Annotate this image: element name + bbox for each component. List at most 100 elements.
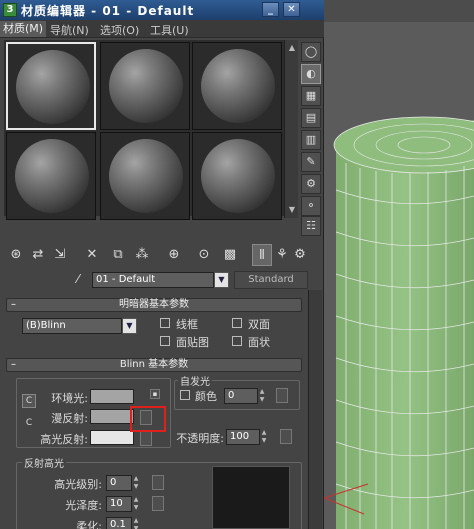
ambient-color-swatch[interactable] <box>90 389 134 404</box>
face-map-checkbox[interactable] <box>160 336 170 346</box>
copy-material-icon[interactable]: ⧉ <box>108 244 128 266</box>
shader-basic-params-header[interactable]: – 明暗器基本参数 <box>6 298 302 312</box>
put-to-scene-icon[interactable]: ⇄ <box>28 244 48 266</box>
scroll-up-icon[interactable]: ▲ <box>286 42 298 54</box>
scroll-down-icon[interactable]: ▼ <box>286 204 298 216</box>
material-name-dropdown-icon[interactable]: ▼ <box>214 272 229 288</box>
ambient-lock-icon[interactable]: ▪ <box>150 389 160 399</box>
cylinder-view <box>324 0 474 529</box>
make-unique-icon[interactable]: ⁂ <box>132 244 152 266</box>
highlight-annotation-box <box>130 406 166 432</box>
menu-utilities[interactable]: 工具(U) <box>150 22 189 38</box>
show-end-result-icon[interactable]: ⫴ <box>252 244 272 266</box>
wire-checkbox[interactable] <box>160 318 170 328</box>
self-illum-map-button[interactable] <box>276 388 288 403</box>
specular-level-label: 高光级别: <box>54 478 102 491</box>
soften-spinner-icon[interactable]: ▲ ▼ <box>132 517 140 529</box>
menu-bar: 材质(M) 导航(N) 选项(O) 工具(U) <box>0 20 324 38</box>
self-illum-spinner-icon[interactable]: ▲ ▼ <box>258 388 266 404</box>
cylinder-body <box>336 120 474 529</box>
opacity-label: 不透明度: <box>176 432 224 445</box>
lock-diffuse-specular-glyph[interactable]: C <box>22 416 36 430</box>
wire-label: 线框 <box>176 318 198 331</box>
specular-level-spinner-icon[interactable]: ▲ ▼ <box>132 475 140 491</box>
shader-select[interactable]: (B)Blinn <box>22 318 122 334</box>
collapse-icon: – <box>11 299 16 310</box>
specular-label: 高光反射: <box>40 433 88 446</box>
sample-slot-5[interactable] <box>100 132 190 220</box>
glossiness-field[interactable]: 10 <box>106 496 132 512</box>
self-illum-value-field[interactable]: 0 <box>224 388 258 404</box>
video-color-check-icon[interactable]: ▥ <box>301 130 321 150</box>
material-sphere <box>16 50 90 124</box>
specular-map-button[interactable] <box>140 431 152 446</box>
go-forward-to-sibling-icon[interactable]: ⚙ <box>290 244 310 266</box>
title-bar[interactable]: 3 材质编辑器 - 01 - Default _ ✕ <box>0 0 324 20</box>
make-preview-icon[interactable]: ✎ <box>301 152 321 172</box>
sample-slot-4[interactable] <box>6 132 96 220</box>
material-sphere <box>109 139 183 213</box>
close-button[interactable]: ✕ <box>283 2 300 17</box>
minimize-button[interactable]: _ <box>262 2 279 17</box>
opacity-map-button[interactable] <box>280 429 292 444</box>
sample-type-icon[interactable]: ◯ <box>301 42 321 62</box>
options-icon[interactable]: ⚙ <box>301 174 321 194</box>
parameters-scrollbar[interactable] <box>308 290 322 529</box>
glossiness-map-button[interactable] <box>152 496 164 511</box>
material-name-field[interactable]: 01 - Default <box>92 272 214 288</box>
diffuse-label: 漫反射: <box>51 412 88 425</box>
soften-field[interactable]: 0.1 <box>106 517 132 529</box>
opacity-spinner-icon[interactable]: ▲ ▼ <box>260 429 268 445</box>
faceted-checkbox[interactable] <box>232 336 242 346</box>
specular-level-map-button[interactable] <box>152 475 164 490</box>
material-id-icon[interactable]: ⊙ <box>194 244 214 266</box>
background-icon[interactable]: ▦ <box>301 86 321 106</box>
show-map-in-viewport-icon[interactable]: ▩ <box>220 244 240 266</box>
assign-to-selection-icon[interactable]: ⇲ <box>50 244 70 266</box>
glossiness-spinner-icon[interactable]: ▲ ▼ <box>132 496 140 512</box>
specular-level-field[interactable]: 0 <box>106 475 132 491</box>
ambient-label: 环境光: <box>51 392 88 405</box>
blinn-basic-params-header[interactable]: – Blinn 基本参数 <box>6 358 302 372</box>
material-name-row: ⁄ 01 - Default ▼ Standard <box>0 270 324 290</box>
self-illum-color-checkbox[interactable] <box>180 390 190 400</box>
sample-slot-2[interactable] <box>100 42 190 130</box>
shader-dropdown-icon[interactable]: ▼ <box>122 318 137 334</box>
sample-uv-tiling-icon[interactable]: ▤ <box>301 108 321 128</box>
get-material-icon[interactable]: ⊛ <box>6 244 26 266</box>
menu-material[interactable]: 材质(M) <box>0 21 47 37</box>
two-sided-checkbox[interactable] <box>232 318 242 328</box>
material-sphere <box>201 49 275 123</box>
go-to-parent-icon[interactable]: ⚘ <box>272 244 292 266</box>
sample-slot-6[interactable] <box>192 132 282 220</box>
material-sphere <box>15 139 89 213</box>
select-by-material-icon[interactable]: ⚬ <box>301 196 321 216</box>
self-illum-title: 自发光 <box>178 373 212 388</box>
lock-ambient-diffuse-button[interactable]: C <box>22 394 36 408</box>
faceted-label: 面状 <box>248 336 270 349</box>
reset-map-icon[interactable]: ✕ <box>82 244 102 266</box>
viewport[interactable] <box>324 0 474 529</box>
specular-color-swatch[interactable] <box>90 430 134 445</box>
opacity-value-field[interactable]: 100 <box>226 429 260 445</box>
sample-slot-1[interactable] <box>6 42 96 130</box>
face-map-label: 面贴图 <box>176 336 209 349</box>
backlight-icon[interactable]: ◐ <box>301 64 321 84</box>
material-sphere <box>109 49 183 123</box>
app-icon: 3 <box>3 3 17 17</box>
material-type-button[interactable]: Standard <box>234 271 308 289</box>
menu-options[interactable]: 选项(O) <box>100 22 139 38</box>
menu-navigation[interactable]: 导航(N) <box>50 22 89 38</box>
soften-label: 柔化: <box>76 520 102 529</box>
glossiness-label: 光泽度: <box>65 499 102 512</box>
put-to-library-icon[interactable]: ⊕ <box>164 244 184 266</box>
diffuse-color-swatch[interactable] <box>90 409 134 424</box>
pick-material-eyedropper-icon[interactable]: ⁄ <box>70 272 86 288</box>
material-map-navigator-icon[interactable]: ☷ <box>301 216 321 236</box>
main-toolbar: ⊛ ⇄ ⇲ ✕ ⧉ ⁂ ⊕ ⊙ ▩ ⫴ ⚘ ⚙ <box>4 244 306 268</box>
self-illum-color-label: 颜色 <box>195 390 217 403</box>
material-editor-window: 3 材质编辑器 - 01 - Default _ ✕ 材质(M) 导航(N) 选… <box>0 0 324 529</box>
window-title: 材质编辑器 - 01 - Default <box>21 4 195 18</box>
slots-scrollbar[interactable]: ▲ ▼ <box>284 40 298 218</box>
sample-slot-3[interactable] <box>192 42 282 130</box>
